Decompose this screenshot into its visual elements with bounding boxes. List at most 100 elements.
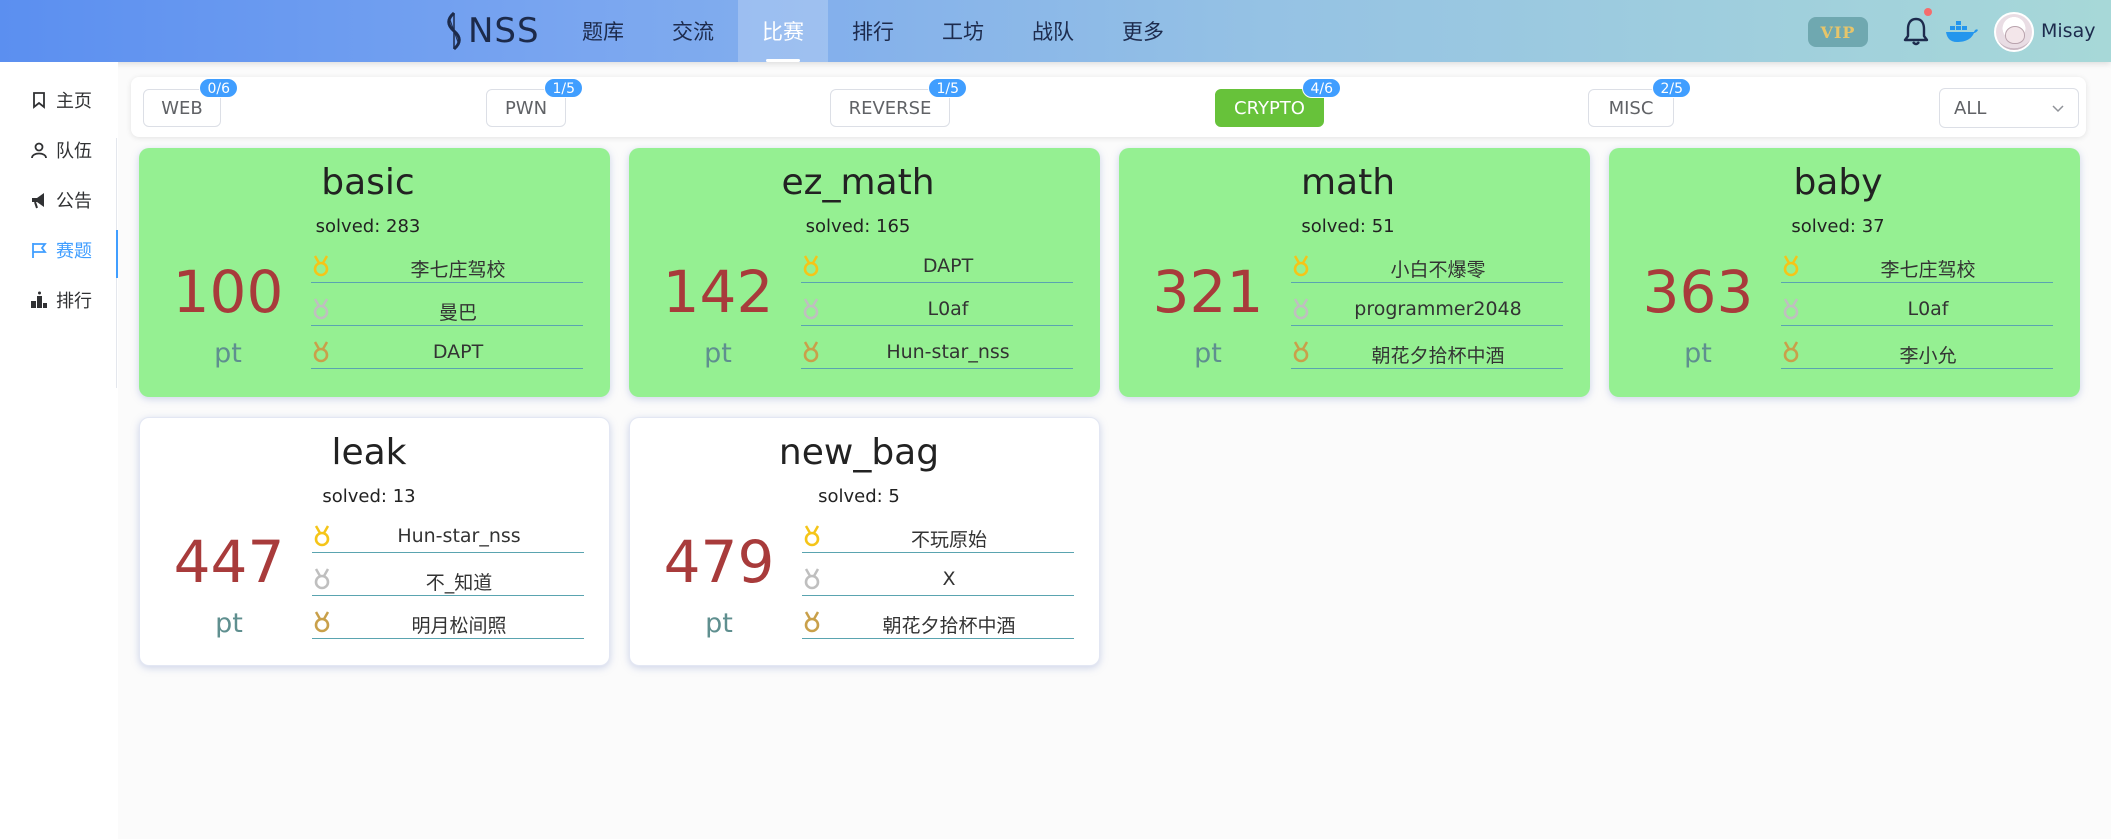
sidebar-item-announcement[interactable]: 公告: [30, 180, 116, 220]
nav-jiaoliu[interactable]: 交流: [648, 0, 738, 62]
nav-paihang[interactable]: 排行: [828, 0, 918, 62]
solved-count: solved: 37: [1791, 216, 1885, 237]
docker-icon[interactable]: [1944, 18, 1978, 44]
solved-count: solved: 283: [315, 216, 421, 237]
rank-name: programmer2048: [1354, 298, 1522, 320]
tab-web[interactable]: WEB 0/6: [143, 78, 238, 127]
challenge-title: math: [1300, 162, 1396, 203]
megaphone-icon: [32, 193, 44, 209]
sidebar: 主页 队伍 公告 赛题 排行: [0, 62, 118, 839]
sidebar-item-team[interactable]: 队伍: [30, 130, 116, 170]
challenge-card-ez-math[interactable]: ez_math solved: 165 142 pt DAPT L0af Hun…: [629, 148, 1100, 397]
rank-name: 不_知道: [425, 572, 493, 594]
score-unit: pt: [704, 338, 732, 369]
chevron-down-icon: [2052, 105, 2064, 113]
rank-row-2: programmer2048: [1291, 292, 1563, 326]
gold-medal-icon: [1293, 255, 1309, 277]
challenge-card-leak[interactable]: leak solved: 13 447 pt Hun-star_nss 不_知道…: [139, 417, 610, 666]
rank-name: 曼巴: [438, 302, 477, 324]
rank-name: 不玩原始: [910, 529, 987, 551]
score-unit: pt: [705, 608, 733, 639]
solved-count: solved: 5: [818, 486, 900, 507]
challenge-card-new-bag[interactable]: new_bag solved: 5 479 pt 不玩原始 X 朝花夕拾杯中酒: [629, 417, 1100, 666]
tab-label: WEB: [161, 97, 203, 119]
rank-name: X: [942, 568, 956, 590]
tab-label: MISC: [1608, 97, 1654, 119]
user-name[interactable]: Misay: [2041, 20, 2095, 42]
sidebar-item-home[interactable]: 主页: [30, 80, 116, 120]
bronze-medal-icon: [1293, 341, 1309, 363]
rank-row-3: 李小允: [1781, 335, 2053, 369]
score-unit: pt: [1194, 338, 1222, 369]
challenge-card-baby[interactable]: baby solved: 37 363 pt 李七庄驾校 L0af 李小允: [1609, 148, 2080, 397]
challenge-title: ez_math: [781, 162, 935, 203]
bookmark-icon: [33, 92, 45, 109]
challenge-card-math[interactable]: math solved: 51 321 pt 小白不爆零 programmer2…: [1119, 148, 1590, 397]
solved-count: solved: 51: [1301, 216, 1395, 237]
progress-badge: 2/5: [1652, 78, 1691, 98]
rank-row-1: 李七庄驾校: [1781, 249, 2053, 283]
rank-name: Hun-star_nss: [397, 525, 521, 547]
tab-reverse[interactable]: REVERSE 1/5: [830, 78, 967, 127]
avatar[interactable]: [1994, 12, 2034, 52]
tab-misc[interactable]: MISC 2/5: [1588, 78, 1691, 127]
rank-row-2: L0af: [801, 292, 1073, 326]
bronze-medal-icon: [313, 341, 329, 363]
rank-row-3: DAPT: [311, 335, 583, 369]
rank-row-3: 明月松间照: [312, 605, 584, 639]
nav-gongfang[interactable]: 工坊: [918, 0, 1008, 62]
nav-zhandui[interactable]: 战队: [1008, 0, 1098, 62]
solved-count: solved: 165: [805, 216, 911, 237]
filter-select[interactable]: ALL: [1939, 88, 2079, 128]
solved-count: solved: 13: [322, 486, 416, 507]
challenge-score: 142: [662, 258, 774, 326]
gold-medal-icon: [1783, 255, 1799, 277]
gold-medal-icon: [313, 255, 329, 277]
vip-badge[interactable]: VIP: [1808, 17, 1868, 47]
rank-name: DAPT: [922, 255, 974, 277]
silver-medal-icon: [314, 568, 330, 590]
silver-medal-icon: [804, 568, 820, 590]
rank-name: 小白不爆零: [1390, 259, 1486, 281]
bell-icon[interactable]: [1902, 16, 1930, 46]
flag-icon: [32, 243, 47, 258]
challenge-title: leak: [331, 432, 407, 473]
rank-name: 明月松间照: [411, 615, 507, 637]
challenge-card-basic[interactable]: basic solved: 283 100 pt 李七庄驾校 曼巴 DAPT: [139, 148, 610, 397]
nav-tiku[interactable]: 题库: [558, 0, 648, 62]
tab-crypto[interactable]: CRYPTO 4/6: [1215, 78, 1341, 127]
challenge-score: 321: [1152, 258, 1264, 326]
tab-label: CRYPTO: [1234, 97, 1305, 119]
rank-row-1: 不玩原始: [802, 519, 1074, 553]
score-unit: pt: [1684, 338, 1712, 369]
score-unit: pt: [215, 608, 243, 639]
rank-row-1: DAPT: [801, 249, 1073, 283]
rank-row-1: 李七庄驾校: [311, 249, 583, 283]
silver-medal-icon: [313, 298, 329, 320]
tab-pwn[interactable]: PWN 1/5: [486, 78, 583, 127]
challenge-title: basic: [321, 162, 415, 203]
logo[interactable]: NSS: [444, 10, 540, 52]
rank-row-1: 小白不爆零: [1291, 249, 1563, 283]
challenge-score: 100: [172, 258, 284, 326]
sidebar-item-label: 赛题: [56, 241, 92, 262]
gold-medal-icon: [314, 525, 330, 547]
bronze-medal-icon: [803, 341, 819, 363]
nav-gengduo[interactable]: 更多: [1098, 0, 1188, 62]
nav-bisai[interactable]: 比赛: [738, 0, 828, 62]
challenge-score: 363: [1642, 258, 1754, 326]
user-icon: [31, 142, 47, 159]
sidebar-item-ranking[interactable]: 排行: [30, 280, 116, 320]
category-bar: WEB 0/6 PWN 1/5 REVERSE 1/5 CRYPTO 4/6 M…: [131, 77, 2086, 137]
bronze-medal-icon: [804, 611, 820, 633]
sidebar-item-label: 队伍: [56, 141, 92, 162]
sidebar-item-challenges[interactable]: 赛题: [30, 230, 118, 278]
podium-icon: [31, 291, 47, 308]
rank-row-2: L0af: [1781, 292, 2053, 326]
rank-row-2: 不_知道: [312, 562, 584, 596]
rank-row-1: Hun-star_nss: [312, 519, 584, 553]
bronze-medal-icon: [1783, 341, 1799, 363]
rank-name: DAPT: [432, 341, 484, 363]
silver-medal-icon: [803, 298, 819, 320]
challenge-title: new_bag: [778, 432, 940, 473]
